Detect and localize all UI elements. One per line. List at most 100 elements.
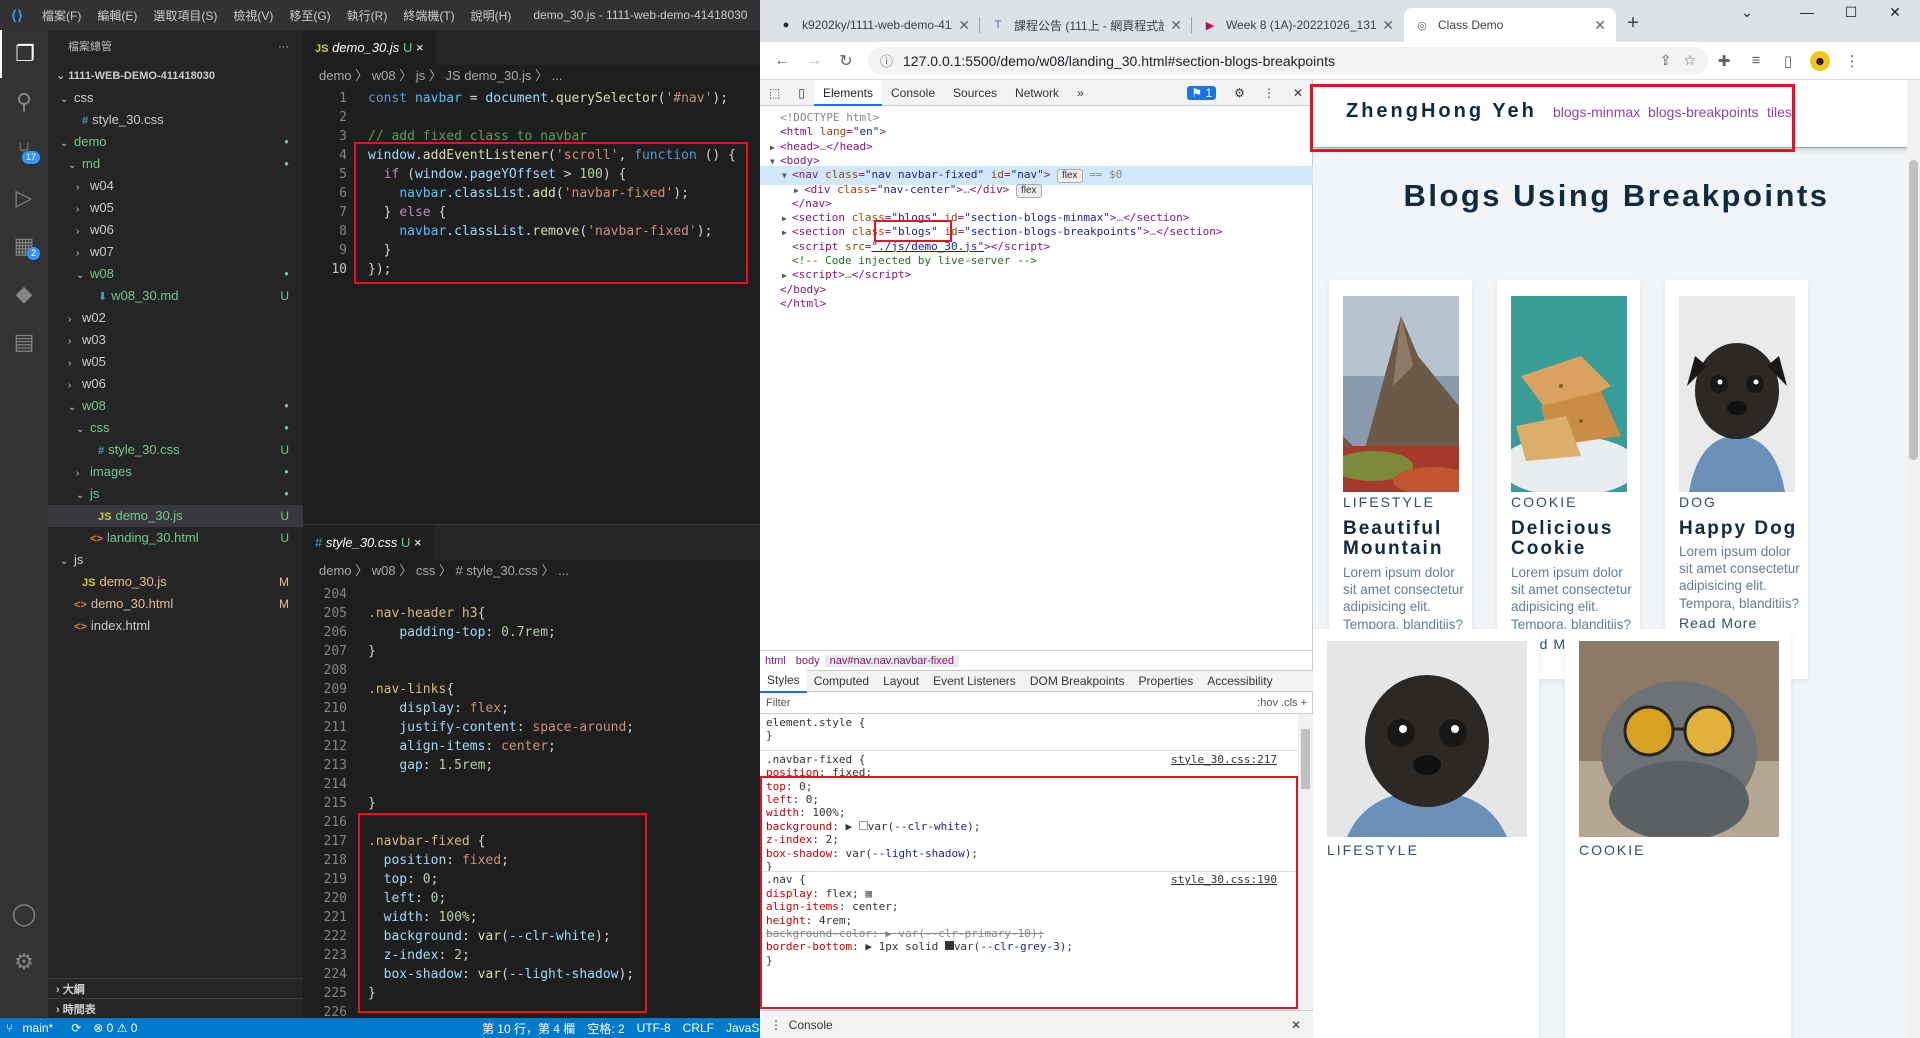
branch-status[interactable]: ⑂ main* bbox=[0, 1021, 65, 1035]
folder-item[interactable]: ⌄ js ● bbox=[48, 483, 303, 505]
styles-subtab[interactable]: Computed bbox=[807, 670, 876, 692]
page-scrollbar[interactable] bbox=[1907, 80, 1920, 1038]
folder-item[interactable]: › w06 bbox=[48, 373, 303, 395]
outline-section[interactable]: › 大綱 bbox=[48, 978, 303, 1000]
style-rule-line[interactable]: .navbar-fixed {style_30.css:217 bbox=[766, 753, 1277, 766]
browser-tab[interactable]: ▶ Week 8 (1A)-20221026_131... ✕ bbox=[1192, 8, 1404, 42]
folder-item[interactable]: ⌄ css ● bbox=[48, 417, 303, 439]
styles-subtab[interactable]: Properties bbox=[1132, 670, 1201, 692]
style-rule-line[interactable]: } bbox=[766, 729, 773, 742]
menu-item[interactable]: 檢視(V) bbox=[225, 7, 281, 24]
more-tabs-icon[interactable]: » bbox=[1068, 80, 1093, 106]
menu-item[interactable]: 移至(G) bbox=[281, 7, 338, 24]
folder-item[interactable]: › w03 bbox=[48, 329, 303, 351]
tab-search-icon[interactable]: ⌄ bbox=[1724, 4, 1770, 21]
styles-subtab[interactable]: Layout bbox=[876, 670, 926, 692]
style-rule-line[interactable]: element.style { bbox=[766, 716, 865, 729]
menu-item[interactable]: 編輯(E) bbox=[89, 7, 145, 24]
timeline-section[interactable]: › 時間表 bbox=[48, 998, 303, 1020]
folder-item[interactable]: ⌄ md ● bbox=[48, 153, 303, 175]
folder-item[interactable]: ⌄ w08 ● bbox=[48, 263, 303, 285]
browser-tab[interactable]: T 課程公告 (111上 - 網頁程式設計 ✕ bbox=[980, 8, 1192, 42]
close-tab-icon[interactable]: ✕ bbox=[1170, 17, 1182, 34]
menu-item[interactable]: 檔案(F) bbox=[34, 7, 89, 24]
extensions-icon[interactable]: ▦ 2 bbox=[0, 222, 48, 270]
file-item[interactable]: # style_30.css U bbox=[48, 439, 303, 461]
notebook-icon[interactable]: ▤ bbox=[0, 318, 48, 366]
console-drawer-tab[interactable]: ⋮ Console ✕ bbox=[760, 1010, 1313, 1038]
file-item[interactable]: <> index.html bbox=[48, 615, 303, 637]
folder-item[interactable]: › w04 bbox=[48, 175, 303, 197]
menu-item[interactable]: 執行(R) bbox=[339, 7, 396, 24]
code-line[interactable]: .nav-links{ bbox=[368, 680, 454, 699]
close-tab-icon[interactable]: ✕ bbox=[958, 17, 970, 34]
folder-item[interactable]: › w06 bbox=[48, 219, 303, 241]
styles-filter-tools[interactable]: :hov .cls + bbox=[1257, 697, 1307, 709]
devtools-settings-icon[interactable]: ⚙ bbox=[1225, 80, 1254, 106]
devtools-close-icon[interactable]: ✕ bbox=[1284, 80, 1312, 106]
chrome-menu-icon[interactable]: ⋮ bbox=[1836, 52, 1868, 70]
address-bar[interactable]: ⓘ 127.0.0.1:5500/demo/w08/landing_30.htm… bbox=[868, 46, 1708, 75]
file-item[interactable]: # style_30.css bbox=[48, 109, 303, 131]
project-root[interactable]: ⌄ 1111-WEB-DEMO-411418030 bbox=[48, 65, 303, 87]
folder-item[interactable]: › w07 bbox=[48, 241, 303, 263]
search-icon[interactable]: ⚲ bbox=[0, 78, 48, 126]
run-debug-icon[interactable]: ▷ bbox=[0, 174, 48, 222]
problems-status[interactable]: ⊗ 0 ⚠ 0 bbox=[87, 1021, 143, 1035]
side-panel-icon[interactable]: ▯ bbox=[1772, 52, 1804, 70]
breadcrumb[interactable]: demo 〉 w08 〉 js 〉 JS demo_30.js 〉 ... bbox=[303, 65, 760, 87]
dom-breadcrumb-item[interactable]: nav#nav.nav.navbar-fixed bbox=[824, 654, 959, 667]
folder-item[interactable]: › w02 bbox=[48, 307, 303, 329]
close-window-button[interactable]: ✕ bbox=[1872, 4, 1918, 21]
encoding-status[interactable]: UTF-8 bbox=[631, 1021, 677, 1035]
eol-status[interactable]: CRLF bbox=[677, 1021, 720, 1035]
reload-button[interactable]: ↻ bbox=[830, 51, 862, 71]
code-line[interactable]: justify-content: space-around; bbox=[368, 718, 634, 737]
folder-item[interactable]: ⌄ js bbox=[48, 549, 303, 571]
close-tab-icon[interactable]: ✕ bbox=[1382, 17, 1394, 34]
file-item[interactable]: ⬇ w08_30.md U bbox=[48, 285, 303, 307]
breadcrumb[interactable]: demo 〉 w08 〉 css 〉 # style_30.css 〉 ... bbox=[303, 560, 760, 582]
minimize-button[interactable]: — bbox=[1784, 4, 1830, 20]
code-line[interactable]: align-items: center; bbox=[368, 737, 556, 756]
code-line[interactable]: display: flex; bbox=[368, 699, 509, 718]
devtools-tab-network[interactable]: Network bbox=[1006, 80, 1068, 106]
profile-avatar[interactable]: ☻ bbox=[1804, 50, 1836, 71]
dom-breadcrumb-item[interactable]: body bbox=[791, 655, 825, 667]
cursor-position[interactable]: 第 10 行，第 4 欄 bbox=[476, 1020, 581, 1037]
folder-item[interactable]: › w05 bbox=[48, 351, 303, 373]
menu-item[interactable]: 選取項目(S) bbox=[145, 7, 225, 24]
close-tab-icon[interactable]: ✕ bbox=[1594, 17, 1606, 34]
devtools-tab-elements[interactable]: Elements bbox=[813, 79, 882, 106]
settings-gear-icon[interactable]: ⚙ bbox=[0, 938, 48, 986]
folder-item[interactable]: ⌄ css bbox=[48, 87, 303, 109]
dom-node[interactable]: </html> bbox=[770, 295, 826, 313]
tab-demo-js[interactable]: JS demo_30.js U × bbox=[303, 30, 436, 65]
styles-subtab[interactable]: DOM Breakpoints bbox=[1023, 670, 1132, 692]
browser-tab[interactable]: ◎ Class Demo ✕ bbox=[1404, 8, 1616, 42]
device-toolbar-icon[interactable]: ▯ bbox=[789, 80, 814, 106]
styles-subtab[interactable]: Accessibility bbox=[1200, 670, 1279, 692]
tab-style-css[interactable]: # style_30.css U × bbox=[303, 525, 434, 560]
folder-item[interactable]: ⌄ w08 ● bbox=[48, 395, 303, 417]
code-line[interactable]: .nav-header h3{ bbox=[368, 604, 485, 623]
styles-subtab[interactable]: Styles bbox=[760, 669, 807, 693]
code-line[interactable]: padding-top: 0.7rem; bbox=[368, 623, 556, 642]
file-item[interactable]: JS demo_30.js U bbox=[48, 505, 303, 527]
code-line[interactable]: gap: 1.5rem; bbox=[368, 756, 493, 775]
share-icon[interactable]: ⇪ bbox=[1660, 52, 1672, 69]
folder-item[interactable]: › images ● bbox=[48, 461, 303, 483]
new-tab-button[interactable]: + bbox=[1616, 8, 1650, 42]
file-item[interactable]: JS demo_30.js M bbox=[48, 571, 303, 593]
explorer-icon[interactable]: ❐ bbox=[0, 30, 48, 78]
indent-status[interactable]: 空格: 2 bbox=[581, 1020, 630, 1037]
sync-icon[interactable]: ⟳ bbox=[65, 1021, 87, 1035]
styles-subtab[interactable]: Event Listeners bbox=[926, 670, 1023, 692]
code-line[interactable]: } bbox=[368, 794, 376, 813]
dom-breadcrumb-item[interactable]: html bbox=[760, 655, 791, 667]
browser-tab[interactable]: ● k9202ky/1111-web-demo-411418030 ✕ bbox=[768, 8, 980, 42]
folder-item[interactable]: › w05 bbox=[48, 197, 303, 219]
devtools-tab-sources[interactable]: Sources bbox=[944, 80, 1006, 106]
python-icon[interactable]: ◆ bbox=[0, 270, 48, 318]
code-line[interactable]: const navbar = document.querySelector('#… bbox=[368, 89, 728, 108]
